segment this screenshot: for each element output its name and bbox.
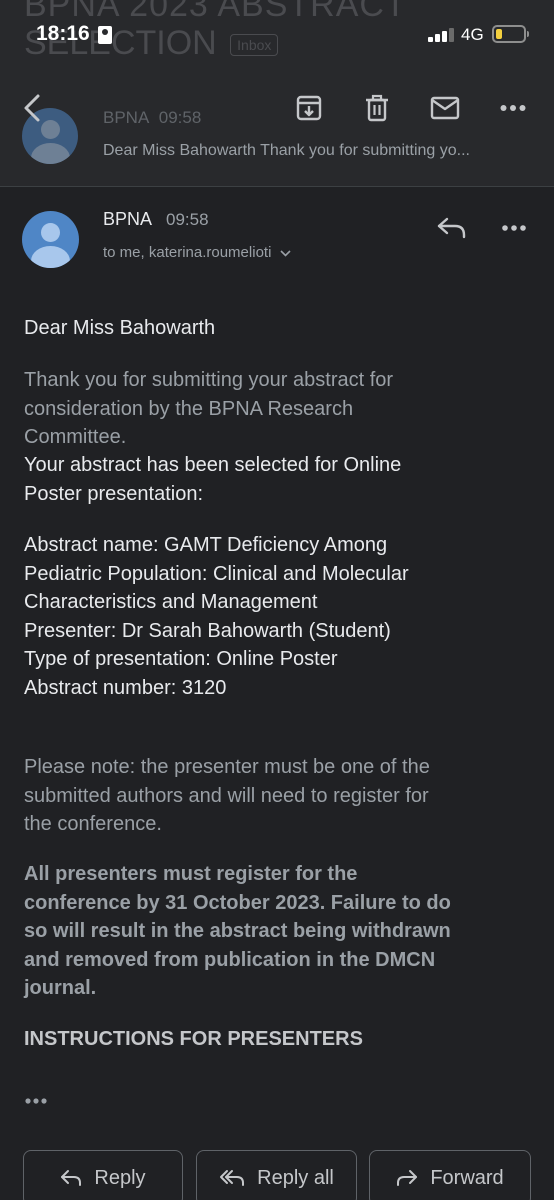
mail-icon <box>430 96 460 120</box>
forward-icon <box>397 1170 418 1186</box>
back-arrow-icon <box>24 94 40 122</box>
instructions-heading: INSTRUCTIONS FOR PRESENTERS <box>24 1028 363 1050</box>
divider <box>0 186 554 187</box>
person-badge-icon <box>98 26 112 44</box>
recipients-text: to me, katerina.roumelioti <box>103 244 272 261</box>
delete-button[interactable] <box>353 78 401 138</box>
back-button[interactable] <box>8 78 56 138</box>
mark-unread-button[interactable] <box>421 78 469 138</box>
reply-action-button[interactable]: Reply <box>23 1150 183 1200</box>
avatar-head <box>41 223 60 242</box>
reply-all-action-button[interactable]: Reply all <box>196 1150 357 1200</box>
more-horizontal-icon <box>500 105 526 111</box>
toolbar <box>0 78 554 138</box>
reply-all-icon <box>220 1170 245 1186</box>
chevron-down-icon <box>280 250 291 257</box>
greeting: Dear Miss Bahowarth <box>24 317 216 339</box>
registration-warning: All presenters must register for the con… <box>24 863 451 999</box>
status-time: 18:16 <box>36 22 90 45</box>
network-type: 4G <box>461 25 484 44</box>
trash-icon <box>366 94 388 122</box>
forward-label: Forward <box>430 1166 504 1189</box>
reply-label: Reply <box>94 1166 146 1189</box>
avatar[interactable] <box>22 211 79 268</box>
presenter-note: Please note: the presenter must be one o… <box>24 756 430 835</box>
status-bar: 18:16 4G <box>0 0 554 70</box>
paragraph-selected: Your abstract has been selected for Onli… <box>24 454 402 505</box>
recipients-toggle[interactable]: to me, katerina.roumelioti <box>103 244 291 261</box>
paragraph-thanks: Thank you for submitting your abstract f… <box>24 369 394 448</box>
reply-button[interactable] <box>432 210 472 246</box>
signal-strength-icon <box>428 28 456 42</box>
avatar-body <box>31 246 70 268</box>
forward-action-button[interactable]: Forward <box>369 1150 531 1200</box>
email-view: BPNA 2023 ABSTRACT SELECTION Inbox 18:16… <box>0 0 554 1200</box>
show-trimmed-content-button[interactable] <box>24 1090 50 1110</box>
sender-name[interactable]: BPNA <box>103 209 152 230</box>
reply-all-label: Reply all <box>257 1166 334 1189</box>
battery-icon <box>492 25 529 43</box>
archive-icon <box>296 95 322 121</box>
reply-icon <box>437 217 466 239</box>
more-horizontal-icon <box>502 225 526 231</box>
abstract-details: Abstract name: GAMT Deficiency Among Ped… <box>24 534 409 699</box>
previous-snippet: Dear Miss Bahowarth Thank you for submit… <box>103 142 470 159</box>
top-header: BPNA 2023 ABSTRACT SELECTION Inbox 18:16… <box>0 0 554 186</box>
more-horizontal-icon <box>25 1098 47 1104</box>
reply-icon <box>61 1170 82 1186</box>
more-options-button[interactable] <box>489 78 537 138</box>
message-time: 09:58 <box>166 210 209 229</box>
archive-button[interactable] <box>285 78 333 138</box>
message-more-button[interactable] <box>494 210 534 246</box>
